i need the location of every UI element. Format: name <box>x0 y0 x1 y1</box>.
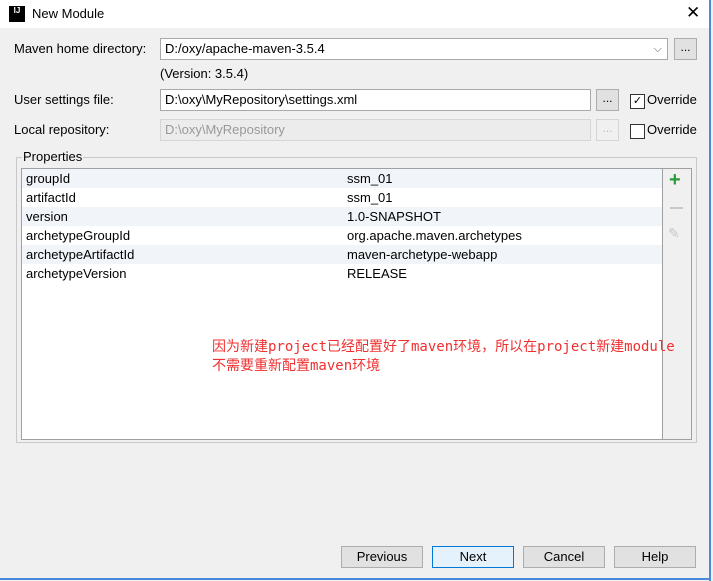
user-settings-input[interactable]: D:\oxy\MyRepository\settings.xml <box>160 89 591 111</box>
maven-home-browse-button[interactable]: ... <box>674 38 697 60</box>
table-row[interactable]: archetypeGroupId org.apache.maven.archety… <box>22 226 662 245</box>
property-key: archetypeGroupId <box>26 228 131 243</box>
property-key: archetypeArtifactId <box>26 247 135 262</box>
user-settings-override-checkbox[interactable]: ✓ <box>630 94 645 109</box>
previous-button[interactable]: Previous <box>341 546 423 568</box>
property-value[interactable]: ssm_01 <box>347 169 393 188</box>
intellij-app-icon: IJ <box>9 6 25 22</box>
local-repo-browse-button[interactable]: ... <box>596 119 619 141</box>
annotation-note: 因为新建project已经配置好了maven环境，所以在project新建mod… <box>212 338 675 376</box>
edit-pencil-icon[interactable]: ✎ <box>668 225 680 242</box>
maven-home-label: Maven home directory: <box>14 41 147 56</box>
property-key: artifactId <box>26 190 76 205</box>
table-row[interactable]: version 1.0-SNAPSHOT <box>22 207 662 226</box>
user-settings-override-label: Override <box>647 92 697 107</box>
annotation-line-2: 不需要重新配置maven环境 <box>212 358 381 374</box>
property-value[interactable]: maven-archetype-webapp <box>347 245 497 264</box>
table-row[interactable]: groupId ssm_01 <box>22 169 662 188</box>
property-value[interactable]: RELEASE <box>347 264 407 283</box>
table-row[interactable]: archetypeArtifactId maven-archetype-webap… <box>22 245 662 264</box>
maven-home-select[interactable]: D:/oxy/apache-maven-3.5.4 ⌵ <box>160 38 668 60</box>
window-bottom-border <box>0 578 711 580</box>
close-icon[interactable]: ✕ <box>686 3 700 23</box>
local-repo-override-label: Override <box>647 122 697 137</box>
table-row[interactable]: archetypeVersion RELEASE <box>22 264 662 283</box>
property-value[interactable]: ssm_01 <box>347 188 393 207</box>
property-value[interactable]: 1.0-SNAPSHOT <box>347 207 441 226</box>
property-key: version <box>26 209 68 224</box>
help-button[interactable]: Help <box>614 546 696 568</box>
local-repo-label: Local repository: <box>14 122 110 137</box>
window-border <box>709 0 711 581</box>
window-title: New Module <box>32 6 105 21</box>
properties-table[interactable]: groupId ssm_01 artifactId ssm_01 version 1.… <box>21 168 663 440</box>
remove-icon[interactable] <box>670 207 683 209</box>
cancel-button[interactable]: Cancel <box>523 546 605 568</box>
add-icon[interactable]: + <box>669 169 681 192</box>
maven-home-value: D:/oxy/apache-maven-3.5.4 <box>165 41 325 56</box>
local-repo-input[interactable]: D:\oxy\MyRepository <box>160 119 591 141</box>
title-bar: IJ New Module ✕ <box>0 0 710 28</box>
maven-version-text: (Version: 3.5.4) <box>160 66 249 81</box>
property-key: archetypeVersion <box>26 266 127 281</box>
properties-title: Properties <box>22 149 84 164</box>
property-value[interactable]: org.apache.maven.archetypes <box>347 226 522 245</box>
user-settings-label: User settings file: <box>14 92 114 107</box>
next-button[interactable]: Next <box>432 546 514 568</box>
property-key: groupId <box>26 171 71 186</box>
chevron-down-icon: ⌵ <box>653 43 662 55</box>
local-repo-override-checkbox[interactable] <box>630 124 645 139</box>
properties-toolbar: + ✎ <box>663 168 692 440</box>
annotation-line-1: 因为新建project已经配置好了maven环境，所以在project新建mod… <box>212 339 675 355</box>
table-row[interactable]: artifactId ssm_01 <box>22 188 662 207</box>
user-settings-browse-button[interactable]: ... <box>596 89 619 111</box>
